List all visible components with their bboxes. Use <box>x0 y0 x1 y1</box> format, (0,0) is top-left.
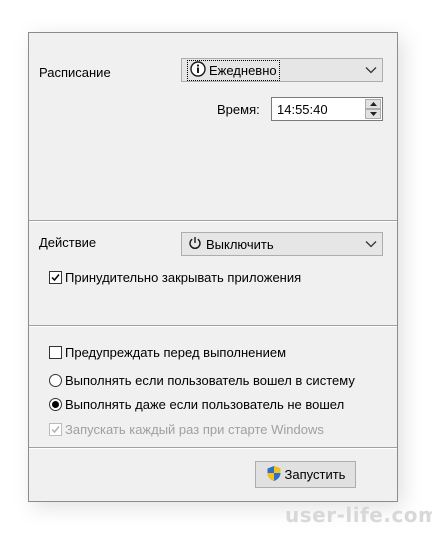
run-even-not-logged-in-radio[interactable] <box>49 398 62 411</box>
force-close-label: Принудительно закрывать приложения <box>65 270 302 285</box>
checkmark-icon <box>51 274 60 282</box>
watermark: user-life.com <box>285 503 432 527</box>
run-even-not-logged-in-label: Выполнять даже если пользователь не воше… <box>65 397 345 412</box>
run-button-label: Запустить <box>284 467 346 482</box>
force-close-checkbox[interactable] <box>49 271 62 284</box>
chevron-down-icon[interactable] <box>360 233 382 255</box>
arrow-up-icon <box>369 102 377 106</box>
spin-up-button[interactable] <box>365 99 381 109</box>
spin-down-button[interactable] <box>365 109 381 119</box>
action-label: Действие <box>39 235 97 250</box>
run-if-logged-in-radio[interactable] <box>49 374 62 387</box>
run-at-startup-option: Запускать каждый раз при старте Windows <box>49 422 324 437</box>
arrow-down-icon <box>369 112 377 116</box>
run-even-not-logged-in-option[interactable]: Выполнять даже если пользователь не воше… <box>49 397 344 412</box>
divider-footer <box>29 447 397 449</box>
checkmark-icon <box>51 426 60 434</box>
warn-option[interactable]: Предупреждать перед выполнением <box>49 345 286 360</box>
action-selected-label: Выключить <box>206 236 274 252</box>
run-if-logged-in-label: Выполнять если пользователь вошел в сист… <box>65 373 355 388</box>
time-input[interactable]: 14:55:40 <box>271 97 383 121</box>
warn-label: Предупреждать перед выполнением <box>65 345 286 360</box>
dialog-footer: Запустить <box>29 451 397 501</box>
time-spinner <box>365 99 381 119</box>
task-dialog: Расписание Ежедневно Время: 14:55:40 Дей… <box>28 32 398 502</box>
schedule-dropdown[interactable]: Ежедневно <box>181 58 383 82</box>
run-at-startup-checkbox <box>49 423 62 436</box>
schedule-label: Расписание <box>39 65 111 80</box>
run-at-startup-label: Запускать каждый раз при старте Windows <box>65 422 324 437</box>
time-value: 14:55:40 <box>277 102 328 117</box>
schedule-selected: Ежедневно <box>187 59 280 81</box>
time-label: Время: <box>217 102 260 117</box>
action-dropdown[interactable]: Выключить <box>181 232 383 256</box>
chevron-down-icon[interactable] <box>360 59 382 81</box>
divider-schedule <box>29 220 397 222</box>
run-button[interactable]: Запустить <box>255 461 356 488</box>
force-close-option[interactable]: Принудительно закрывать приложения <box>49 270 301 285</box>
info-icon <box>190 60 206 80</box>
warn-checkbox[interactable] <box>49 346 62 359</box>
divider-action <box>29 325 397 327</box>
power-icon <box>188 236 202 253</box>
uac-shield-icon <box>266 465 282 485</box>
run-if-logged-in-option[interactable]: Выполнять если пользователь вошел в сист… <box>49 373 355 388</box>
schedule-selected-label: Ежедневно <box>209 62 277 78</box>
